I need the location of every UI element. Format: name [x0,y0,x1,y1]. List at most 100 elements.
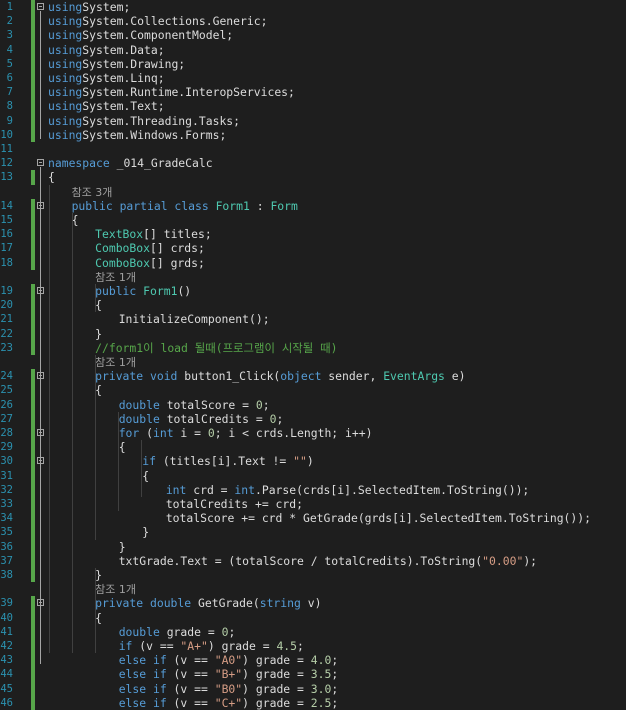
line-number: 42 [0,640,13,652]
code-line[interactable]: 36} [0,539,626,554]
indent-guide [95,284,96,313]
codelens-reference[interactable]: 참조 3개 [0,185,626,199]
code-token: 참조 1개 [95,356,136,369]
codelens-reference[interactable]: 참조 1개 [0,270,626,284]
code-text: } [142,525,149,539]
line-number: 30 [0,455,13,468]
code-text: double totalScore = 0; [119,398,270,412]
code-line[interactable]: 40 { [0,610,626,625]
code-line[interactable]: 29 { [0,440,626,455]
code-line[interactable]: 24 private void button1_Click(object send… [0,369,626,384]
code-text: if (titles[i].Text != "") [142,454,313,468]
code-line[interactable]: 4 usingSystem.Data; [0,42,626,57]
code-line[interactable]: 16 TextBox[] titles; [0,227,626,242]
change-indicator [31,99,35,114]
change-indicator [31,454,35,469]
code-text: 참조 1개 [95,270,136,285]
code-line[interactable]: 21 InitializeComponent(); [0,312,626,327]
code-line[interactable]: 43 else if (v == "A0") grade = 4.0; [0,653,626,668]
code-line[interactable]: 31 { [0,468,626,483]
code-line[interactable]: 9 usingSystem.Threading.Tasks; [0,113,626,128]
code-line[interactable]: 5 usingSystem.Drawing; [0,56,626,71]
codelens-reference[interactable]: 참조 1개 [0,355,626,369]
fold-guide [40,209,41,665]
code-line[interactable]: 17 ComboBox[] crds; [0,241,626,256]
code-token: totalScore = [159,397,256,412]
code-line[interactable]: 13 { [0,170,626,185]
code-line[interactable]: 28 for (int i = 0; i < crds.Length; i++) [0,426,626,441]
code-editor[interactable]: 1 usingSystem; 2 usingSystem.Collections.Ge… [0,0,626,710]
code-text: usingSystem.Text; [48,99,165,113]
code-token: string [259,596,301,611]
code-token: System.Threading.Tasks; [82,113,241,128]
line-number: 29 [0,441,13,454]
line-number: 4 [6,43,13,56]
code-line[interactable]: 19 public Form1() [0,284,626,299]
code-line[interactable]: 32 int crd = int.Parse(crds[i].SelectedIt… [0,482,626,497]
code-text: public partial class Form1 : Form [72,199,298,213]
code-line[interactable]: 42 if (v == "A+") grade = 4.5; [0,639,626,654]
code-token: System.Text; [82,99,165,114]
code-line[interactable]: 38} [0,568,626,583]
code-line[interactable]: 26 double totalScore = 0; [0,397,626,412]
change-indicator [31,56,35,71]
code-token: button1_Click( [177,369,281,384]
code-text: { [48,170,55,184]
code-line[interactable]: 23 //form1이 load 될때(프로그램이 시작될 때) [0,340,626,355]
code-text: if (v == "A+") grade = 4.5; [119,639,304,653]
change-indicator [31,113,35,128]
code-token: { [48,170,55,185]
code-line[interactable]: 11 [0,142,626,156]
code-line[interactable]: 30 if (titles[i].Text != "") [0,454,626,469]
code-line[interactable]: 34 totalScore += crd * GetGrade(grds[i].S… [0,511,626,526]
code-line[interactable]: 1 usingSystem; [0,0,626,15]
code-line[interactable]: 18 ComboBox[] grds; [0,255,626,270]
code-line[interactable]: 25 { [0,383,626,398]
change-indicator [31,127,35,142]
code-line[interactable]: 3 usingSystem.ComponentModel; [0,28,626,43]
code-text: ComboBox[] grds; [95,256,205,270]
change-indicator [31,0,35,15]
code-line[interactable]: 20 { [0,298,626,313]
code-text: for (int i = 0; i < crds.Length; i++) [119,426,373,440]
line-number: 31 [0,469,13,482]
indent-guide [141,440,142,497]
code-line[interactable]: 8 usingSystem.Text; [0,99,626,114]
line-number: 33 [0,498,13,510]
code-line[interactable]: 7 usingSystem.Runtime.InteropServices; [0,85,626,100]
change-indicator [31,553,35,568]
code-token: if [142,454,156,469]
code-line[interactable]: 45 else if (v == "B0") grade = 3.0; [0,681,626,696]
change-indicator [31,468,35,483]
line-number: 43 [0,654,13,667]
code-token: Form1 [215,198,250,213]
code-token: private void [95,369,178,384]
code-token: ( [139,426,153,440]
collapse-icon[interactable] [37,3,44,10]
code-line[interactable]: 35} [0,525,626,540]
code-line[interactable]: 2 usingSystem.Collections.Generic; [0,14,626,29]
code-line[interactable]: 6 usingSystem.Linq; [0,71,626,86]
code-line[interactable]: 33 totalCredits += crd; [0,497,626,512]
code-text: public Form1() [95,284,191,298]
code-token: System.ComponentModel; [82,28,234,43]
code-line[interactable]: 14 public partial class Form1 : Form [0,198,626,213]
code-line[interactable]: 12 namespace _014_GradeCalc [0,156,626,170]
code-line[interactable]: 44 else if (v == "B+") grade = 3.5; [0,667,626,682]
code-line[interactable]: 41 double grade = 0; [0,624,626,639]
code-token: EventArgs [383,369,445,384]
code-line[interactable]: 10 usingSystem.Windows.Forms; [0,127,626,142]
code-line[interactable]: 22} [0,326,626,341]
code-text: int crd = int.Parse(crds[i].SelectedItem… [166,483,529,497]
collapse-icon[interactable] [37,159,44,167]
codelens-reference[interactable]: 참조 1개 [0,582,626,596]
code-line[interactable]: 39 private double GetGrade(string v) [0,596,626,611]
code-line[interactable]: 27 double totalCredits = 0; [0,411,626,426]
code-line[interactable]: 37 txtGrade.Text = (totalScore / totalCre… [0,553,626,568]
code-token: txtGrade.Text = (totalScore / totalCredi… [118,553,483,568]
code-token: GetGrade( [191,596,260,611]
line-number: 15 [0,214,13,226]
code-line[interactable]: 15{ [0,213,626,228]
change-indicator [31,42,35,57]
code-token: totalScore += crd * GetGrade(grds[i].Sel… [165,511,591,526]
